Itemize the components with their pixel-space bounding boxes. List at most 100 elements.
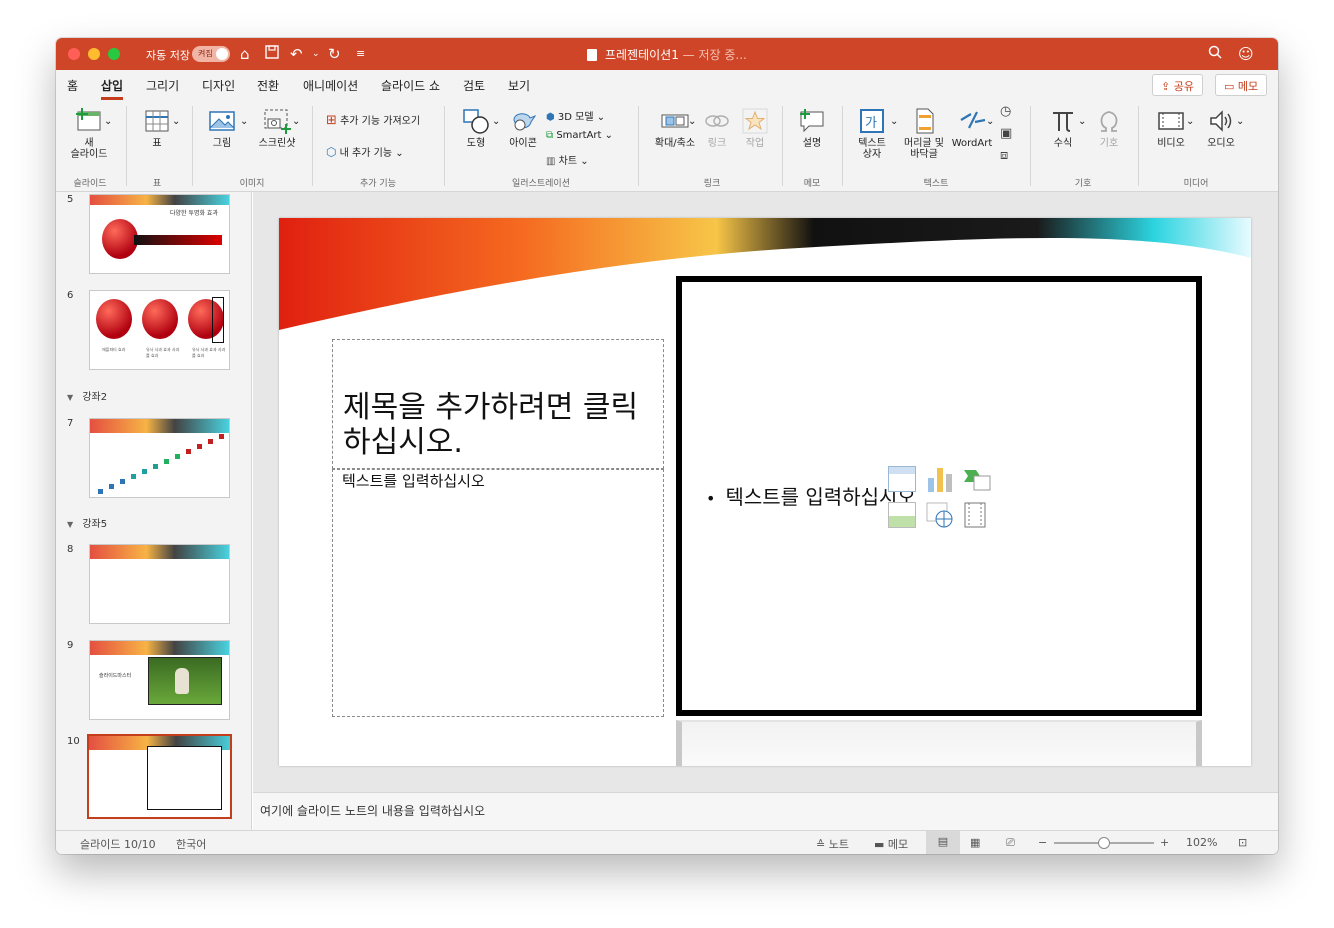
action-label: 작업 (745, 138, 765, 149)
section-header[interactable]: ▼ 강좌2 (67, 388, 107, 403)
zoom-slider[interactable] (1054, 837, 1154, 849)
screenshot-button[interactable]: 스크린샷 (254, 106, 300, 149)
zoom-icon (661, 114, 689, 128)
picture-button[interactable]: 그림 (202, 106, 242, 149)
slide-sorter-button[interactable]: ▦ (970, 836, 980, 849)
video-button[interactable]: 비디오 (1148, 106, 1194, 149)
new-slide-button[interactable]: 새 슬라이드 (66, 106, 112, 160)
tab-insert[interactable]: 삽입 (101, 77, 124, 100)
insert-online-picture-icon[interactable] (926, 502, 954, 528)
chart-icon: ▥ (546, 156, 556, 167)
chevron-down-icon[interactable]: ⌄ (240, 116, 248, 127)
notes-toggle[interactable]: ≙ 노트 (816, 836, 849, 852)
table-button[interactable]: 표 (134, 106, 180, 149)
notes-pane[interactable]: 여기에 슬라이드 노트의 내용을 입력하십시오 (253, 792, 1278, 830)
icons-button[interactable]: 아이콘 (506, 106, 540, 149)
new-slide-icon (76, 108, 101, 131)
group-label-comments: 메모 (803, 179, 821, 189)
insert-video-icon[interactable] (964, 502, 986, 528)
audio-button[interactable]: 오디오 (1198, 106, 1244, 149)
insert-table-icon[interactable] (888, 466, 916, 492)
header-footer-label-2: 바닥글 (910, 149, 938, 160)
slide-thumbnail-10-selected[interactable] (87, 734, 232, 819)
get-addins-button[interactable]: ⊞ 추가 기능 가져오기 (326, 112, 420, 128)
share-label: 공유 (1173, 80, 1194, 93)
zoom-level[interactable]: 102% (1186, 836, 1217, 849)
slide-thumbnail-8[interactable] (89, 544, 230, 624)
zoom-slider-knob[interactable] (1098, 837, 1110, 849)
slide-thumbnail-9[interactable]: 슬라이드마스터 (89, 640, 230, 720)
chart-button[interactable]: ▥ 차트 ⌄ (546, 152, 589, 167)
share-button[interactable]: ⇪ 공유 (1152, 74, 1203, 96)
textbox-button[interactable]: 가 텍스트 상자 (852, 106, 892, 160)
shapes-button[interactable]: 도형 (456, 106, 496, 149)
zoom-in-button[interactable]: + (1160, 836, 1169, 849)
tab-slideshow[interactable]: 슬라이드 쇼 (381, 77, 440, 94)
document-name: 프레젠테이션1 (604, 48, 679, 62)
smartart-button[interactable]: ⧉ SmartArt ⌄ (546, 130, 613, 141)
chevron-down-icon[interactable]: ⌄ (986, 116, 994, 127)
star-action-icon (742, 108, 768, 134)
new-comment-button[interactable]: 설명 (794, 106, 830, 149)
audio-label: 오디오 (1207, 138, 1235, 149)
chevron-down-icon[interactable]: ⌄ (492, 116, 500, 127)
group-label-images: 이미지 (239, 179, 265, 189)
group-label-slides: 슬라이드 (73, 179, 107, 189)
chevron-down-icon[interactable]: ⌄ (1186, 116, 1194, 127)
chevron-down-icon[interactable]: ⌄ (890, 116, 898, 127)
chevron-down-icon[interactable]: ⌄ (104, 116, 112, 127)
my-addins-button[interactable]: ⬡ 내 추가 기능 ⌄ (326, 144, 404, 159)
comments-button[interactable]: ▭ 메모 (1215, 74, 1268, 96)
account-smiley-icon[interactable]: ☺ (1238, 44, 1254, 64)
slide-thumbnail-7[interactable] (89, 418, 230, 498)
slide-editing-canvas[interactable]: 제목을 추가하려면 클릭하십시오. 텍스트를 입력하십시오 텍스트를 입력하십시… (253, 192, 1278, 792)
slide-thumbnail-pane[interactable]: 5 다양한 투명화 효과 6 애플파티 효과 유사 사과 효과 사과를 효과 유… (56, 192, 252, 830)
chevron-down-icon[interactable]: ⌄ (292, 116, 300, 127)
header-footer-button[interactable]: 머리글 및 바닥글 (900, 106, 948, 160)
equation-button[interactable]: 수식 (1040, 106, 1086, 149)
zoom-out-button[interactable]: − (1038, 836, 1047, 849)
group-label-text: 텍스트 (923, 179, 949, 189)
insert-picture-icon[interactable] (888, 502, 916, 528)
comments-toggle[interactable]: ▬ 메모 (874, 836, 908, 852)
tab-draw[interactable]: 그리기 (146, 77, 179, 94)
wordart-button[interactable]: WordArt (950, 106, 994, 149)
link-button[interactable]: 링크 (702, 106, 732, 149)
insert-chart-icon[interactable] (926, 466, 954, 492)
chart-label: 차트 (558, 156, 578, 167)
object-icon[interactable]: ⧈ (1000, 148, 1008, 163)
smartart-label: SmartArt (556, 130, 602, 141)
chevron-down-icon[interactable]: ⌄ (1236, 116, 1244, 127)
3d-models-button[interactable]: ⬢ 3D 모델 ⌄ (546, 108, 605, 123)
tab-view[interactable]: 보기 (508, 77, 530, 94)
slide-thumbnail-5[interactable]: 다양한 투명화 효과 (89, 194, 230, 274)
tab-review[interactable]: 검토 (463, 77, 485, 94)
current-slide[interactable]: 제목을 추가하려면 클릭하십시오. 텍스트를 입력하십시오 텍스트를 입력하십시… (279, 218, 1251, 766)
title-placeholder[interactable]: 제목을 추가하려면 클릭하십시오. (332, 339, 664, 469)
slide-thumbnail-6[interactable]: 애플파티 효과 유사 사과 효과 사과를 효과 유사 사과 효과 사과를 효과 (89, 290, 230, 370)
normal-view-button[interactable]: ▤ (926, 831, 960, 854)
content-placeholder[interactable]: 텍스트를 입력하십시오 (676, 276, 1202, 716)
shapes-label: 도형 (466, 138, 486, 149)
ribbon-insert: 새 슬라이드 ⌄ 슬라이드 표 ⌄ 표 그림 ⌄ 스크린샷 ⌄ 이미지 ⊞ 추가… (56, 100, 1278, 192)
slide-number-icon[interactable]: ▣ (1000, 126, 1012, 141)
chevron-down-icon[interactable]: ⌄ (172, 116, 180, 127)
insert-smartart-icon[interactable] (962, 466, 992, 492)
tab-animations[interactable]: 애니메이션 (303, 77, 358, 94)
language-indicator[interactable]: 한국어 (176, 836, 206, 852)
tab-home[interactable]: 홈 (67, 77, 78, 94)
section-header[interactable]: ▼ 강좌5 (67, 515, 107, 530)
wordart-label: WordArt (951, 138, 993, 149)
chevron-down-icon[interactable]: ⌄ (1078, 116, 1086, 127)
zoom-button[interactable]: 확대/축소 (650, 106, 700, 149)
symbol-button[interactable]: 기호 (1092, 106, 1126, 149)
text-placeholder[interactable]: 텍스트를 입력하십시오 (332, 469, 664, 717)
chevron-down-icon[interactable]: ⌄ (688, 116, 696, 127)
action-button[interactable]: 작업 (740, 106, 770, 149)
tab-transitions[interactable]: 전환 (257, 77, 279, 94)
tab-design[interactable]: 디자인 (202, 77, 235, 94)
presenter-view-button[interactable]: ⎚ (1006, 836, 1015, 850)
date-time-icon[interactable]: ◷ (1000, 104, 1011, 119)
search-icon[interactable] (1208, 44, 1222, 64)
fit-to-window-icon[interactable]: ⊡ (1238, 836, 1247, 849)
